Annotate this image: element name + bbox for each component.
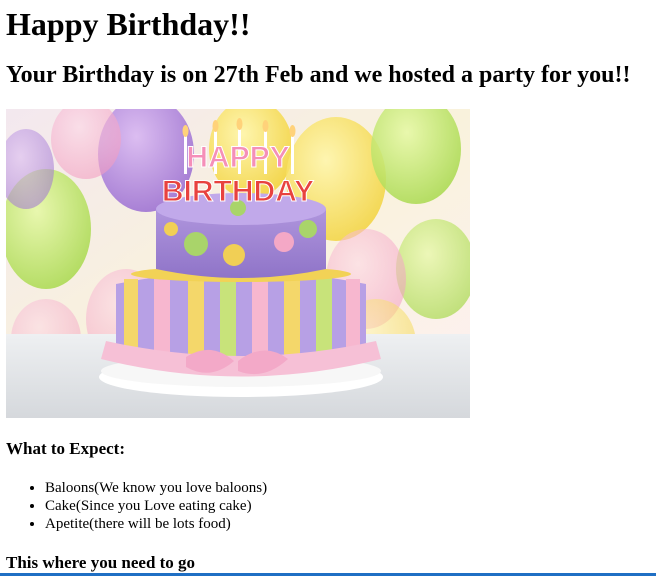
cake-topper-happy: HAPPY xyxy=(186,141,289,174)
page-subtitle: Your Birthday is on 27th Feb and we host… xyxy=(6,62,631,88)
list-item: Cake(Since you Love eating cake) xyxy=(45,497,267,515)
cake-topper-birthday: BIRTHDAY xyxy=(162,175,314,208)
list-item: Apetite(there will be lots food) xyxy=(45,515,267,533)
page-title: Happy Birthday!! xyxy=(6,6,251,42)
list-item: Baloons(We know you love baloons) xyxy=(45,479,267,497)
page: Happy Birthday!! Your Birthday is on 27t… xyxy=(0,0,656,576)
expect-list: Baloons(We know you love baloons) Cake(S… xyxy=(6,479,267,533)
birthday-cake-image: HAPPY BIRTHDAY xyxy=(6,109,470,418)
directions-heading: This where you need to go xyxy=(6,553,196,572)
expect-heading: What to Expect: xyxy=(6,439,125,458)
